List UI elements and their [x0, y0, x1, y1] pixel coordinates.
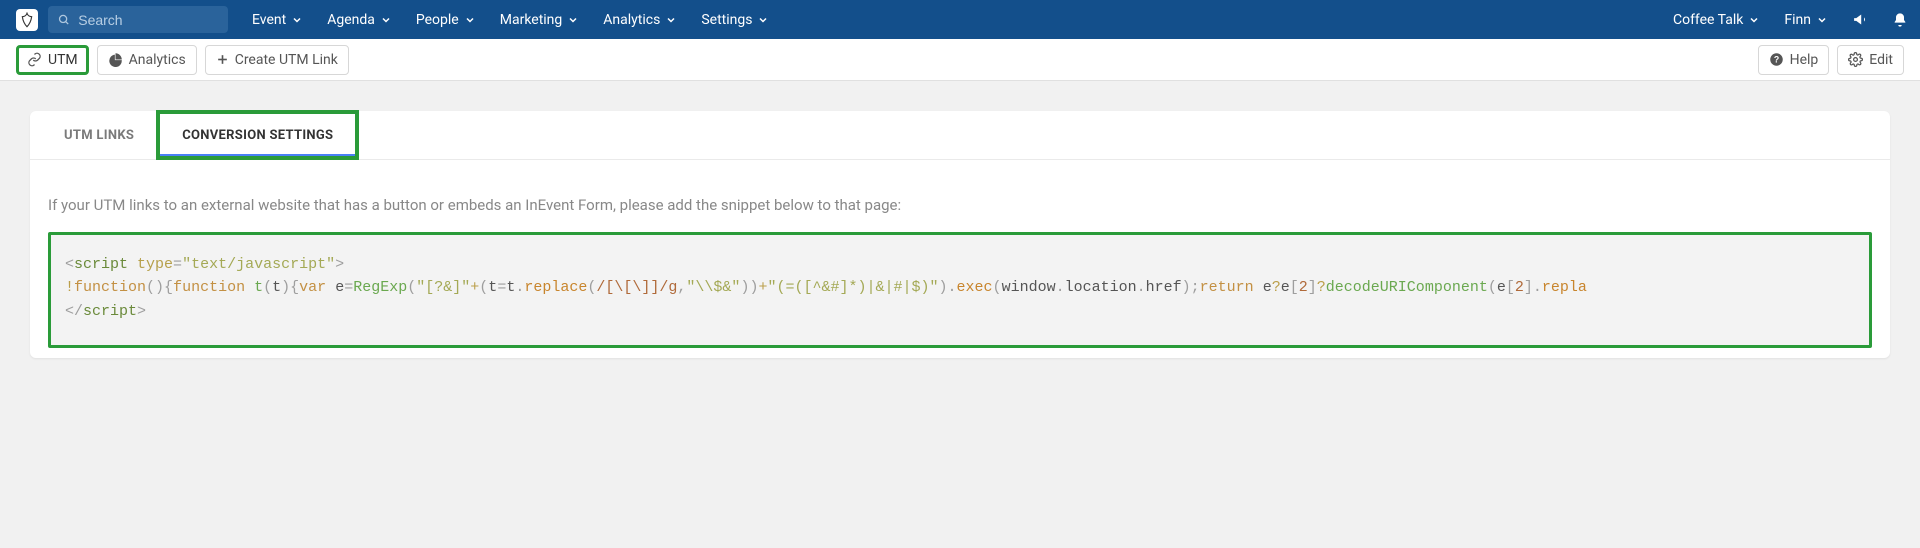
- event-name: Coffee Talk: [1673, 12, 1743, 28]
- panel-body: If your UTM links to an external website…: [30, 160, 1890, 358]
- tab-utm-links[interactable]: UTM LINKS: [42, 111, 156, 159]
- analytics-button[interactable]: Analytics: [97, 45, 197, 75]
- search-input[interactable]: [78, 12, 218, 28]
- create-label: Create UTM Link: [235, 52, 338, 68]
- help-label: Help: [1790, 52, 1819, 68]
- chevron-down-icon: [757, 14, 769, 26]
- logo-icon: [19, 12, 35, 28]
- logo[interactable]: [16, 9, 38, 31]
- menu-marketing[interactable]: Marketing: [488, 0, 592, 39]
- help-icon: ?: [1769, 52, 1784, 67]
- bullhorn-icon: [1852, 11, 1869, 28]
- search-icon: [58, 13, 70, 27]
- chevron-down-icon: [291, 14, 303, 26]
- chevron-down-icon: [1748, 14, 1760, 26]
- help-button[interactable]: ? Help: [1758, 45, 1830, 75]
- top-navbar: Event Agenda People Marketing Analytics …: [0, 0, 1920, 39]
- search-box[interactable]: [48, 6, 228, 33]
- user-menu[interactable]: Finn: [1772, 0, 1840, 39]
- code-snippet[interactable]: <script type="text/javascript"> !functio…: [51, 235, 1869, 345]
- chevron-down-icon: [1816, 14, 1828, 26]
- chevron-down-icon: [665, 14, 677, 26]
- chevron-down-icon: [380, 14, 392, 26]
- utm-label: UTM: [48, 52, 78, 68]
- bell-icon: [1892, 12, 1908, 28]
- link-icon: [27, 52, 42, 67]
- menu-analytics[interactable]: Analytics: [591, 0, 689, 39]
- notifications-button[interactable]: [1880, 0, 1920, 39]
- menu-label: People: [416, 12, 459, 28]
- menu-people[interactable]: People: [404, 0, 488, 39]
- edit-button[interactable]: Edit: [1837, 45, 1904, 75]
- panel-tabs: UTM LINKS CONVERSION SETTINGS: [30, 111, 1890, 160]
- menu-label: Settings: [701, 12, 752, 28]
- svg-text:?: ?: [1773, 55, 1778, 65]
- menu-event[interactable]: Event: [240, 0, 315, 39]
- tab-label: CONVERSION SETTINGS: [182, 128, 333, 143]
- plus-icon: [216, 53, 229, 66]
- chevron-down-icon: [464, 14, 476, 26]
- menu-label: Analytics: [603, 12, 660, 28]
- edit-label: Edit: [1869, 52, 1893, 68]
- menu-settings[interactable]: Settings: [689, 0, 781, 39]
- menu-label: Marketing: [500, 12, 563, 28]
- analytics-label: Analytics: [129, 52, 186, 68]
- chevron-down-icon: [567, 14, 579, 26]
- utm-button[interactable]: UTM: [16, 45, 89, 75]
- announce-button[interactable]: [1840, 0, 1880, 39]
- user-name: Finn: [1784, 12, 1811, 28]
- tab-conversion-settings[interactable]: CONVERSION SETTINGS: [156, 110, 359, 160]
- main-menu: Event Agenda People Marketing Analytics …: [240, 0, 781, 39]
- code-snippet-frame: <script type="text/javascript"> !functio…: [48, 232, 1872, 348]
- tab-label: UTM LINKS: [64, 128, 134, 143]
- create-utm-button[interactable]: Create UTM Link: [205, 45, 349, 75]
- sub-toolbar: UTM Analytics Create UTM Link ? Help Edi…: [0, 39, 1920, 81]
- pie-chart-icon: [108, 52, 123, 67]
- gear-icon: [1848, 52, 1863, 67]
- menu-agenda[interactable]: Agenda: [315, 0, 404, 39]
- main-panel: UTM LINKS CONVERSION SETTINGS If your UT…: [30, 111, 1890, 358]
- menu-label: Event: [252, 12, 286, 28]
- event-switcher[interactable]: Coffee Talk: [1661, 0, 1772, 39]
- intro-text: If your UTM links to an external website…: [48, 196, 1872, 214]
- menu-label: Agenda: [327, 12, 375, 28]
- topbar-right: Coffee Talk Finn: [1661, 0, 1920, 39]
